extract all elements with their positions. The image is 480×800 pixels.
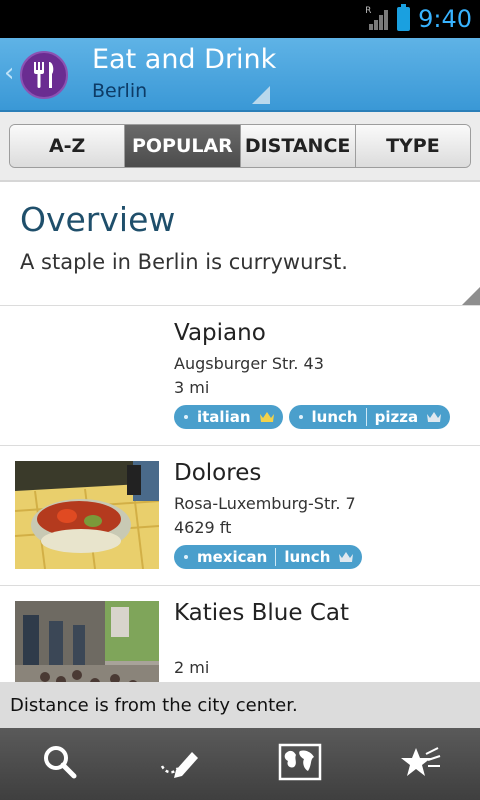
tab-distance[interactable]: DISTANCE: [240, 125, 356, 167]
bottom-nav: [0, 728, 480, 800]
signal-icon: R: [365, 6, 389, 30]
tag-pill[interactable]: mexican lunch: [174, 545, 363, 569]
city-subtitle[interactable]: Berlin: [92, 80, 147, 102]
draw-route-icon: [158, 744, 202, 784]
overview-card[interactable]: Overview A staple in Berlin is currywurs…: [0, 184, 480, 306]
tab-a-z[interactable]: A-Z: [10, 125, 126, 167]
crown-icon: [426, 411, 442, 423]
page-title: Eat and Drink: [92, 44, 277, 75]
tag-pill[interactable]: italian: [174, 405, 283, 429]
tag-label: mexican: [197, 548, 268, 566]
listing-list: Vapiano Augsburger Str. 43 3 mi italian …: [0, 306, 480, 682]
listing-distance: 2 mi: [174, 658, 210, 677]
favorites-button[interactable]: [360, 728, 480, 800]
crown-icon: [259, 411, 275, 423]
sort-tabs-bar: A-Z POPULAR DISTANCE TYPE: [0, 112, 480, 182]
street-photo: [15, 601, 159, 682]
tag-row: italian lunch pizza: [174, 405, 451, 429]
overview-text: A staple in Berlin is currywurst.: [20, 250, 348, 274]
favorites-star-icon: [398, 744, 442, 784]
listing-distance: 3 mi: [174, 378, 210, 397]
tag-label: lunch: [311, 408, 358, 426]
search-icon: [42, 744, 78, 784]
status-clock: 9:40: [418, 5, 472, 33]
search-button[interactable]: [0, 728, 120, 800]
battery-icon: [397, 4, 411, 31]
tag-label: italian: [197, 408, 251, 426]
status-bar: R 9:40: [0, 0, 480, 38]
list-item[interactable]: Vapiano Augsburger Str. 43 3 mi italian …: [0, 306, 480, 446]
crown-icon: [338, 551, 354, 563]
tag-row: mexican lunch: [174, 545, 363, 569]
list-item[interactable]: Dolores Rosa-Luxemburg-Str. 7 4629 ft me…: [0, 446, 480, 586]
tab-popular[interactable]: POPULAR: [125, 125, 241, 167]
list-item[interactable]: Katies Blue Cat 2 mi: [0, 586, 480, 682]
map-icon: [278, 743, 322, 785]
tag-label: pizza: [374, 408, 419, 426]
back-chevron-icon[interactable]: ‹: [4, 60, 14, 86]
listing-address: Augsburger Str. 43: [174, 354, 324, 373]
listing-name: Dolores: [174, 460, 262, 486]
listing-address: Rosa-Luxemburg-Str. 7: [174, 494, 356, 513]
fork-knife-icon[interactable]: [20, 51, 68, 99]
draw-route-button[interactable]: [120, 728, 240, 800]
tag-pill[interactable]: lunch pizza: [288, 405, 451, 429]
map-button[interactable]: [240, 728, 360, 800]
overview-title: Overview: [20, 200, 176, 239]
dropdown-corner-icon[interactable]: [252, 86, 270, 104]
roaming-indicator: R: [365, 6, 372, 16]
sort-tabs: A-Z POPULAR DISTANCE TYPE: [9, 124, 471, 168]
listing-name: Katies Blue Cat: [174, 600, 350, 626]
distance-note: Distance is from the city center.: [0, 682, 480, 728]
expand-corner-icon[interactable]: [462, 287, 480, 305]
tab-type[interactable]: TYPE: [355, 125, 470, 167]
listing-distance: 4629 ft: [174, 518, 232, 537]
tag-label: lunch: [284, 548, 331, 566]
listing-name: Vapiano: [174, 320, 266, 346]
app-header: ‹ Eat and Drink Berlin: [0, 38, 480, 112]
food-photo: [15, 461, 159, 569]
